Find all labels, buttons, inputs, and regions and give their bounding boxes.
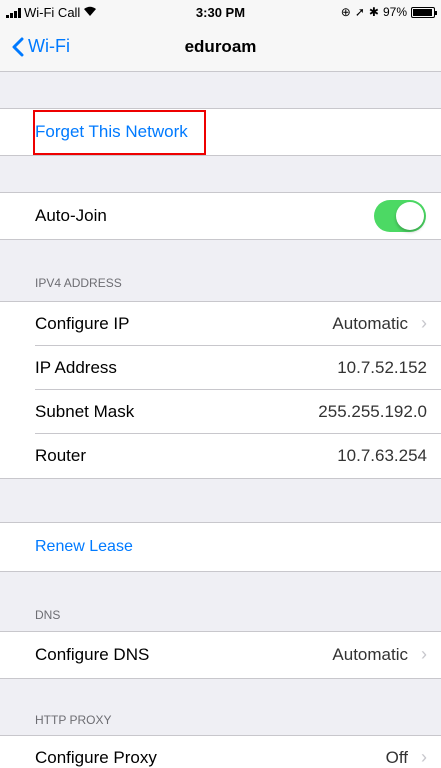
divider — [0, 678, 441, 679]
divider — [0, 571, 441, 572]
router-label: Router — [35, 446, 87, 465]
http-proxy-section-header: HTTP PROXY — [35, 713, 112, 727]
ip-address-label: IP Address — [35, 358, 117, 377]
auto-join-label: Auto-Join — [35, 206, 107, 225]
forget-network-button[interactable]: Forget This Network — [0, 109, 441, 155]
configure-proxy-row[interactable]: Configure Proxy Off › — [0, 736, 441, 768]
battery-percent: 97% — [382, 5, 407, 19]
alarm-icon: ⊕ — [340, 5, 351, 19]
configure-dns-value: Automatic — [332, 645, 408, 664]
location-icon: ➚ — [354, 5, 365, 19]
subnet-mask-label: Subnet Mask — [35, 402, 135, 421]
renew-lease-button[interactable]: Renew Lease — [0, 523, 441, 571]
subnet-mask-row: Subnet Mask 255.255.192.0 — [0, 390, 441, 434]
divider — [0, 239, 441, 240]
battery-level — [413, 8, 433, 16]
page-title: eduroam — [184, 37, 257, 56]
status-bar: Wi-Fi Call 3:30 PM ⊕ ➚ ✱ 97% — [0, 0, 441, 24]
dns-section-header: DNS — [35, 608, 61, 622]
configure-ip-row[interactable]: Configure IP Automatic › — [0, 302, 441, 346]
battery-icon — [411, 6, 437, 18]
status-right: ⊕ ➚ ✱ 97% — [340, 5, 437, 19]
forget-network-label: Forget This Network — [35, 122, 188, 141]
divider — [0, 155, 441, 156]
chevron-right-icon: › — [421, 644, 427, 664]
configure-dns-label: Configure DNS — [35, 645, 150, 664]
navigation-bar: Wi-Fi eduroam — [0, 24, 441, 72]
configure-dns-row[interactable]: Configure DNS Automatic › — [0, 632, 441, 678]
router-row: Router 10.7.63.254 — [0, 434, 441, 478]
ip-address-value: 10.7.52.152 — [337, 358, 427, 377]
toggle-knob — [396, 202, 424, 230]
renew-lease-label: Renew Lease — [35, 538, 133, 555]
divider — [0, 478, 441, 479]
configure-ip-label: Configure IP — [35, 314, 130, 333]
subnet-mask-value: 255.255.192.0 — [318, 402, 427, 421]
auto-join-toggle[interactable] — [374, 200, 426, 232]
router-value: 10.7.63.254 — [337, 446, 427, 465]
configure-proxy-value: Off — [385, 748, 408, 767]
configure-ip-value: Automatic — [332, 314, 408, 333]
ip-address-row: IP Address 10.7.52.152 — [0, 346, 441, 390]
bluetooth-icon: ✱ — [368, 5, 379, 19]
configure-proxy-label: Configure Proxy — [35, 748, 157, 767]
ipv4-section-header: IPV4 ADDRESS — [35, 276, 122, 290]
chevron-right-icon: › — [421, 313, 427, 333]
chevron-right-icon: › — [421, 747, 427, 767]
